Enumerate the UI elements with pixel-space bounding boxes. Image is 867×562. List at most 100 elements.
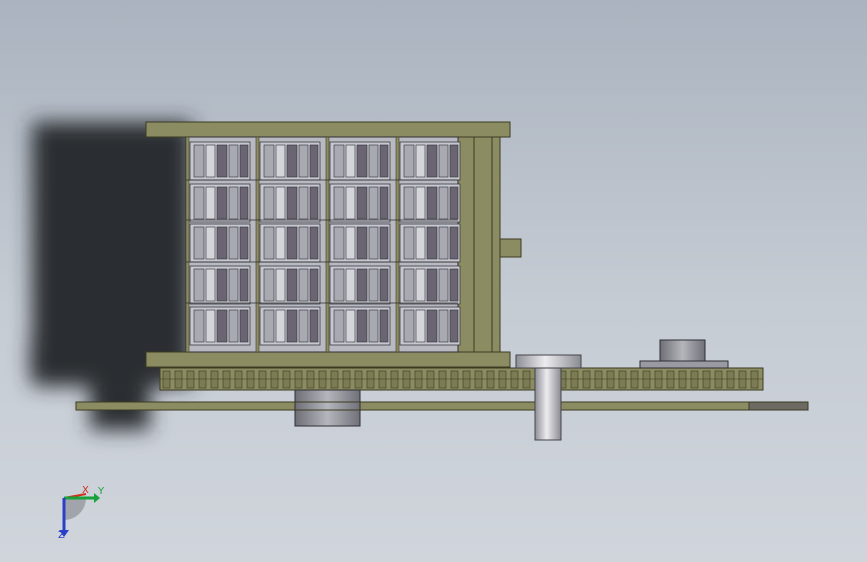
center-shaft-collar [515,354,582,369]
rack-slot [193,144,205,178]
gear-tooth [486,370,495,389]
gear-tooth [618,370,627,389]
rack-slot [379,268,389,302]
gear-tooth [462,370,471,389]
rack-slot [205,144,216,178]
rack-slot [275,309,286,343]
rack-slot [263,309,275,343]
rack-slot [239,226,249,260]
gear-tooth [174,370,183,389]
rack-slot [263,186,275,220]
rack-slot [239,309,249,343]
rack-slot [356,144,368,178]
assembly-model[interactable] [0,0,867,562]
gear-tooth [582,370,591,389]
rack-slot [379,144,389,178]
rack-slot [403,309,415,343]
rack-slot [438,309,449,343]
gear-tooth [282,370,291,389]
rack-slot [286,144,298,178]
rack-slot [345,144,356,178]
gear-tooth [318,370,327,389]
gear-tooth [570,370,579,389]
rack-slot [228,226,239,260]
rack-slot [438,144,449,178]
rack-slot [379,226,389,260]
rack-slot [298,144,309,178]
rack-slot [333,268,345,302]
gear-tooth [678,370,687,389]
rack-slot [298,226,309,260]
rack-slot [263,226,275,260]
rack-slot [415,226,426,260]
rack-slot [426,226,438,260]
rack-slot [298,268,309,302]
rack-slot [403,268,415,302]
y-axis-label: Y [98,486,105,497]
rack-slot [275,268,286,302]
rack-slot [449,226,459,260]
rack-slot [403,226,415,260]
right-motor-base [639,360,729,369]
rack-slot [415,144,426,178]
rack-column-rail [395,136,400,353]
base-plate [75,401,809,411]
rack-slot [193,226,205,260]
rack-slot [286,268,298,302]
gear-tooth [366,370,375,389]
rack-slot [438,186,449,220]
gear-tooth [426,370,435,389]
rack-slot [379,186,389,220]
rack-slot [333,186,345,220]
rack-slot [263,144,275,178]
rack-slot [368,226,379,260]
rack-column-rail [255,136,260,353]
gear-tooth [294,370,303,389]
gear-tooth [654,370,663,389]
rack-slot [449,186,459,220]
rack-slot [205,186,216,220]
rack-slot [286,309,298,343]
rack-slot [216,268,228,302]
rack-slot [216,226,228,260]
rack-slot [356,226,368,260]
rack-slot [309,226,319,260]
rack-slot [333,309,345,343]
gear-strip [159,367,764,391]
rack-slot [275,144,286,178]
gear-tooth [510,370,519,389]
rack-slot [415,268,426,302]
rack-slot [379,309,389,343]
gear-tooth [246,370,255,389]
rack-slot [216,309,228,343]
side-knob [499,238,522,258]
rack-slot [438,226,449,260]
rack-slot [239,268,249,302]
gear-tooth [750,370,759,389]
rack-slot [309,309,319,343]
axis-triad: X Y Z [48,480,118,550]
gear-tooth [702,370,711,389]
gear-tooth [258,370,267,389]
rack-slot [345,226,356,260]
gear-tooth [270,370,279,389]
rack-slot [415,186,426,220]
rack-slot [345,186,356,220]
x-axis-label: X [82,485,89,496]
rack-slot [286,226,298,260]
gear-tooth [234,370,243,389]
rack-slot [228,144,239,178]
rack-slot [205,226,216,260]
center-shaft [534,359,562,441]
rack-slot [426,309,438,343]
cad-viewport[interactable]: X Y Z [0,0,867,562]
rack-slot [228,186,239,220]
gear-tooth [186,370,195,389]
rack-slot [356,309,368,343]
gear-tooth [666,370,675,389]
rack-slot [415,309,426,343]
gear-tooth [738,370,747,389]
rack-slot [333,226,345,260]
rack-slot [426,186,438,220]
rack-slot [426,268,438,302]
